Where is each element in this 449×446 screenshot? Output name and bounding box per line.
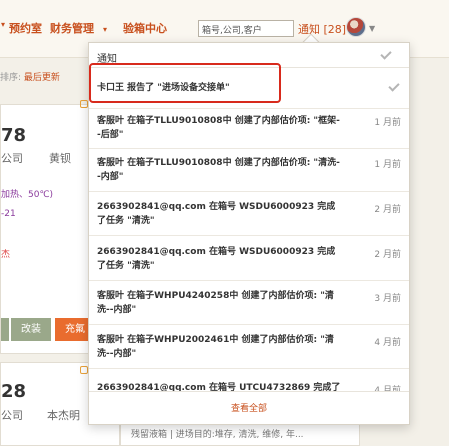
- notification-time: 4 月前: [374, 338, 401, 348]
- card-summary: 残留液箱 | 进场目的:堆存, 清洗, 维修, 年...: [120, 422, 360, 446]
- nav-item-finance[interactable]: 财务管理 ▾: [50, 20, 115, 36]
- notification-time: 2 月前: [374, 250, 401, 260]
- sort-bar: 排序: 最后更新: [0, 70, 60, 83]
- highlight-box: [89, 63, 281, 103]
- mark-all-read-icon[interactable]: [380, 48, 392, 60]
- notification-item[interactable]: 客服叶 在箱子TLLU9010808中 创建了内部估价项: "清洗--内部" 1…: [89, 149, 409, 192]
- card-number: 78: [1, 125, 27, 146]
- lock-icon: [80, 100, 88, 108]
- mark-read-icon[interactable]: [388, 80, 400, 92]
- notification-time: 2 月前: [374, 205, 401, 215]
- search-input[interactable]: 箱号,公司,客户: [198, 20, 294, 37]
- card-person: 黄钡: [49, 152, 71, 165]
- card-service: 加热、50℃): [1, 190, 54, 200]
- nav-partial-caret[interactable]: ▾: [1, 20, 5, 36]
- notifications-toggle[interactable]: 通知 [28]: [298, 21, 346, 37]
- card-company: 公司: [1, 152, 23, 165]
- card-person: 本杰明: [47, 409, 80, 422]
- nav-item-reservation[interactable]: 预约室: [9, 20, 42, 36]
- chevron-down-icon[interactable]: ▼: [369, 24, 375, 33]
- notification-item[interactable]: 客服叶 在箱子WHPU2002461中 创建了内部估价项: "清洗--内部" 4…: [89, 325, 409, 369]
- sort-label: 排序:: [0, 73, 22, 83]
- nav-item-finance-label: 财务管理: [50, 22, 95, 35]
- notification-text: 客服叶 在箱子TLLU9010808中 创建了内部估价项: "框架--后部": [97, 116, 340, 140]
- card-number: 28: [1, 381, 27, 402]
- notification-item[interactable]: 2663902841@qq.com 在箱号 WSDU6000923 完成了任务 …: [89, 236, 409, 281]
- lock-icon: [80, 366, 88, 374]
- main-nav: ▾ 预约室 财务管理 ▾ 验箱中心: [0, 20, 175, 36]
- sort-value[interactable]: 最后更新: [24, 73, 60, 83]
- card-company: 公司: [1, 409, 23, 422]
- nav-item-inspection[interactable]: 验箱中心: [123, 20, 167, 36]
- notification-text: 2663902841@qq.com 在箱号 WSDU6000923 完成了任务 …: [97, 247, 336, 271]
- view-all-link[interactable]: 查看全部: [89, 391, 409, 424]
- notification-text: 客服叶 在箱子WHPU2002461中 创建了内部估价项: "清洗--内部": [97, 335, 334, 359]
- notification-text: 客服叶 在箱子TLLU9010808中 创建了内部估价项: "清洗--内部": [97, 158, 340, 182]
- notification-item[interactable]: 客服叶 在箱子WHPU4240258中 创建了内部估价项: "清洗--内部" 3…: [89, 281, 409, 325]
- avatar[interactable]: [346, 17, 366, 37]
- notification-time: 3 月前: [374, 294, 401, 304]
- notification-time: 1 月前: [374, 160, 401, 170]
- notification-item[interactable]: 2663902841@qq.com 在箱号 WSDU6000923 完成了任务 …: [89, 192, 409, 236]
- notification-item[interactable]: 客服叶 在箱子TLLU9010808中 创建了内部估价项: "框架--后部" 1…: [89, 109, 409, 149]
- chevron-down-icon: ▾: [103, 25, 108, 34]
- notification-time: 1 月前: [374, 118, 401, 128]
- modify-button[interactable]: 改装: [11, 318, 51, 341]
- card-date: -21: [1, 209, 16, 219]
- notification-text: 2663902841@qq.com 在箱号 WSDU6000923 完成了任务 …: [97, 202, 336, 226]
- notification-text: 客服叶 在箱子WHPU4240258中 创建了内部估价项: "清洗--内部": [97, 291, 334, 315]
- card-button-partial[interactable]: [1, 318, 9, 341]
- card-status: 杰: [1, 250, 11, 260]
